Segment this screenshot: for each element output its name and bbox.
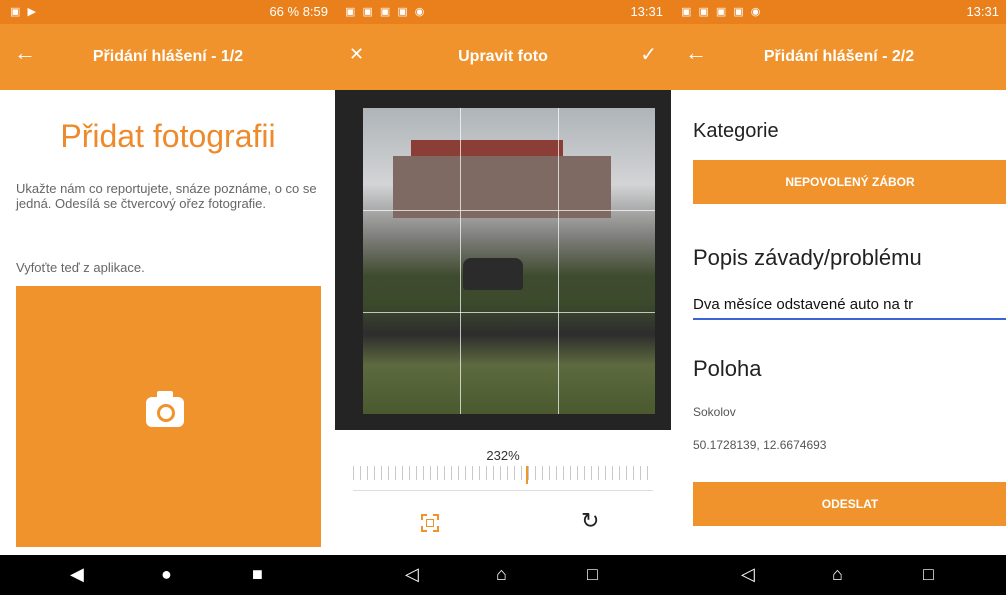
car [463,258,523,290]
screen-report-details: ▣ ▣ ▣ ▣ ◉ 13:31 ← Přidání hlášení - 2/2 … [671,0,1006,595]
rotate-icon[interactable]: ↻ [581,508,599,534]
add-photo-heading: Přidat fotografii [60,118,276,154]
take-photo-button[interactable] [16,286,321,547]
app-bar: ← Přidání hlášení - 1/2 [0,24,336,90]
photo-description: Ukažte nám co reportujete, snáze poznáme… [16,181,317,211]
submit-button[interactable]: ODESLAT [693,482,1006,526]
android-navigation-bar: ◁ ⌂ □ [335,555,671,595]
status-right: 13:31 [966,4,999,19]
status-bar: ▣ ▣ ▣ ▣ ◉ 13:31 [671,0,1006,24]
android-navigation-bar: ◁ ⌂ □ [671,555,1006,595]
crop-photo[interactable] [363,108,655,414]
status-bar: ▣ ▣ ▣ ▣ ◉ 13:31 [335,0,671,24]
notification-icons: ▣ ▶ [10,6,38,18]
category-label: Kategorie [693,120,779,142]
status-right: 13:31 [630,4,663,19]
screen-add-photo: ▣ ▶ 66 % 8:59 ← Přidání hlášení - 1/2 Př… [0,0,336,595]
zoom-ruler[interactable] [353,466,653,484]
app-bar: ✕ Upravit foto ✓ [335,24,671,90]
crop-grid-line [363,210,655,211]
crop-grid-line [460,108,461,414]
page-title: Přidání hlášení - 1/2 [92,48,244,65]
home-nav-icon[interactable]: ● [161,564,172,585]
home-nav-icon[interactable]: ⌂ [496,564,507,585]
location-coordinates: 50.1728139, 12.6674693 [693,438,827,452]
crop-icon[interactable] [421,514,439,532]
app-bar: ← Přidání hlášení - 2/2 [671,24,1006,90]
camera-icon [146,391,184,427]
back-nav-icon[interactable]: ◁ [741,564,755,585]
page-title: Upravit foto [458,48,548,65]
crop-canvas [335,90,671,430]
location-label: Poloha [693,356,762,381]
notification-icons: ▣ ▣ ▣ ▣ ◉ [345,6,427,18]
zoom-level: 232% [486,448,520,463]
home-nav-icon[interactable]: ⌂ [832,564,843,585]
recent-apps-icon[interactable]: □ [923,564,934,585]
description-label: Popis závady/problému [693,245,922,270]
page-title: Přidání hlášení - 2/2 [763,48,915,65]
divider [353,490,653,491]
screen-edit-photo: ▣ ▣ ▣ ▣ ◉ 13:31 ✕ Upravit foto ✓ 232% ↻ … [335,0,671,595]
building [393,156,611,218]
notification-icons: ▣ ▣ ▣ ▣ ◉ [681,6,763,18]
zoom-indicator [526,466,528,484]
check-icon[interactable]: ✓ [640,42,657,67]
status-right: 66 % 8:59 [269,4,328,19]
location-city: Sokolov [693,405,736,419]
android-navigation-bar: ◀ ● ■ [0,555,336,595]
category-button[interactable]: NEPOVOLENÝ ZÁBOR [693,160,1006,204]
recent-apps-icon[interactable]: ■ [252,564,263,585]
capture-hint: Vyfoťte teď z aplikace. [16,260,145,275]
status-bar: ▣ ▶ 66 % 8:59 [0,0,336,24]
description-input[interactable]: Dva měsíce odstavené auto na tr [693,296,1006,320]
crop-grid-line [363,312,655,313]
back-nav-icon[interactable]: ◀ [70,564,84,585]
crop-grid-line [558,108,559,414]
back-nav-icon[interactable]: ◁ [405,564,419,585]
recent-apps-icon[interactable]: □ [587,564,598,585]
